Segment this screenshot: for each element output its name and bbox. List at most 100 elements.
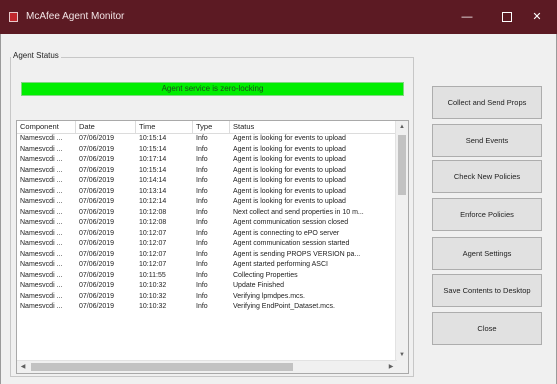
- collect-send-props-button[interactable]: Collect and Send Props: [432, 86, 542, 119]
- cell-type: Info: [196, 156, 208, 163]
- cell-status: Agent is sending PROPS VERSION pa...: [233, 250, 361, 258]
- check-new-policies-button[interactable]: Check New Policies: [432, 160, 542, 193]
- cell-type: Info: [196, 250, 208, 258]
- table-row[interactable]: Namesvcdi ... 07/06/2019 10:12:07 Info Agent…: [17, 229, 397, 240]
- table-row[interactable]: Namesvcdi ... 07/06/2019 10:12:14 Info Agent…: [17, 197, 397, 208]
- table-row[interactable]: Namesvcdi ... 07/06/2019 10:10:32 Info Verif…: [17, 302, 397, 313]
- cell-date: 07/06/2019: [79, 303, 115, 310]
- cell-status: Agent is looking for events to upload: [233, 166, 346, 174]
- enforce-policies-button[interactable]: Enforce Policies: [432, 198, 542, 231]
- cell-type: Info: [196, 261, 208, 268]
- cell-type: Info: [196, 177, 208, 184]
- cell-component: Namesvcdi ...: [20, 177, 63, 184]
- cell-time: 10:12:07: [139, 261, 167, 268]
- column-header-date[interactable]: Date: [76, 121, 136, 133]
- column-header-type[interactable]: Type: [193, 121, 230, 133]
- cell-status: Agent started performing ASCI: [233, 261, 328, 268]
- cell-component: Namesvcdi ...: [20, 198, 63, 205]
- cell-type: Info: [196, 166, 208, 174]
- cell-component: Namesvcdi ...: [20, 240, 63, 247]
- list-rows: Namesvcdi ... 07/06/2019 10:15:14 Info Agent…: [17, 134, 397, 313]
- cell-status: Agent is looking for events to upload: [233, 187, 346, 195]
- cell-time: 10:10:32: [139, 282, 167, 289]
- cell-status: Next collect and send properties in 10 m…: [233, 208, 364, 216]
- table-row[interactable]: Namesvcdi ... 07/06/2019 10:14:14 Info Agent…: [17, 176, 397, 187]
- cell-time: 10:14:14: [139, 177, 167, 184]
- vertical-scrollbar[interactable]: ▲ ▼: [395, 121, 408, 361]
- service-status-bar: Agent service is zero-locking: [21, 82, 404, 96]
- cell-component: Namesvcdi ...: [20, 250, 63, 258]
- maximize-icon: [502, 12, 512, 23]
- cell-component: Namesvcdi ...: [20, 303, 63, 310]
- close-window-button[interactable]: ✕: [517, 0, 557, 34]
- table-row[interactable]: Namesvcdi ... 07/06/2019 10:10:32 Info Verif…: [17, 292, 397, 303]
- cell-status: Collecting Properties: [233, 271, 298, 279]
- cell-time: 10:12:14: [139, 198, 167, 205]
- cell-date: 07/06/2019: [79, 166, 115, 174]
- cell-status: Update Finished: [233, 282, 284, 289]
- table-row[interactable]: Namesvcdi ... 07/06/2019 10:15:14 Info Agent…: [17, 145, 397, 156]
- cell-status: Agent is looking for events to upload: [233, 198, 346, 205]
- scroll-left-icon[interactable]: ◀: [17, 361, 29, 373]
- column-header-time[interactable]: Time: [136, 121, 193, 133]
- cell-component: Namesvcdi ...: [20, 156, 63, 163]
- horizontal-scroll-thumb[interactable]: [31, 363, 293, 371]
- cell-time: 10:10:32: [139, 292, 167, 300]
- cell-component: Namesvcdi ...: [20, 271, 63, 279]
- close-icon: ✕: [532, 11, 542, 23]
- cell-component: Namesvcdi ...: [20, 219, 63, 226]
- cell-status: Agent is looking for events to upload: [233, 135, 346, 142]
- cell-date: 07/06/2019: [79, 240, 115, 247]
- table-row[interactable]: Namesvcdi ... 07/06/2019 10:12:08 Info Agent…: [17, 218, 397, 229]
- cell-time: 10:11:55: [139, 271, 166, 279]
- scrollbar-corner: [396, 361, 408, 373]
- cell-type: Info: [196, 145, 208, 153]
- cell-time: 10:15:14: [139, 166, 167, 174]
- cell-component: Namesvcdi ...: [20, 135, 63, 142]
- table-row[interactable]: Namesvcdi ... 07/06/2019 10:12:07 Info Agent…: [17, 250, 397, 261]
- window-title: McAfee Agent Monitor: [26, 11, 125, 22]
- vertical-scroll-thumb[interactable]: [398, 135, 406, 195]
- cell-date: 07/06/2019: [79, 219, 115, 226]
- cell-component: Namesvcdi ...: [20, 166, 63, 174]
- cell-status: Agent communication session started: [233, 240, 350, 247]
- send-events-button[interactable]: Send Events: [432, 124, 542, 157]
- cell-time: 10:17:14: [139, 156, 167, 163]
- column-header-component[interactable]: Component: [17, 121, 76, 133]
- cell-date: 07/06/2019: [79, 282, 115, 289]
- agent-settings-button[interactable]: Agent Settings: [432, 237, 542, 270]
- table-row[interactable]: Namesvcdi ... 07/06/2019 10:13:14 Info Agent…: [17, 187, 397, 198]
- scroll-up-icon[interactable]: ▲: [396, 121, 408, 133]
- minimize-button[interactable]: —: [447, 0, 487, 34]
- scroll-down-icon[interactable]: ▼: [396, 349, 408, 361]
- cell-date: 07/06/2019: [79, 229, 115, 237]
- table-row[interactable]: Namesvcdi ... 07/06/2019 10:15:14 Info Agent…: [17, 134, 397, 145]
- agent-status-label: Agent Status: [11, 51, 61, 60]
- cell-date: 07/06/2019: [79, 198, 115, 205]
- cell-time: 10:15:14: [139, 145, 167, 153]
- table-row[interactable]: Namesvcdi ... 07/06/2019 10:17:14 Info Agent…: [17, 155, 397, 166]
- cell-status: Agent is looking for events to upload: [233, 156, 346, 163]
- close-button[interactable]: Close: [432, 312, 542, 345]
- table-row[interactable]: Namesvcdi ... 07/06/2019 10:12:08 Info Next …: [17, 208, 397, 219]
- save-contents-button[interactable]: Save Contents to Desktop: [432, 274, 542, 307]
- cell-type: Info: [196, 187, 208, 195]
- cell-time: 10:12:07: [139, 250, 167, 258]
- table-row[interactable]: Namesvcdi ... 07/06/2019 10:12:07 Info Agent…: [17, 260, 397, 271]
- cell-date: 07/06/2019: [79, 292, 115, 300]
- agent-log-list[interactable]: Component Date Time Type Status Namesvcd…: [16, 120, 409, 374]
- table-row[interactable]: Namesvcdi ... 07/06/2019 10:11:55 Info Colle…: [17, 271, 397, 282]
- cell-type: Info: [196, 282, 208, 289]
- cell-type: Info: [196, 208, 208, 216]
- title-bar: McAfee Agent Monitor — ✕: [0, 0, 557, 34]
- window-body: Agent Status Agent service is zero-locki…: [0, 34, 557, 384]
- cell-time: 10:15:14: [139, 135, 167, 142]
- table-row[interactable]: Namesvcdi ... 07/06/2019 10:10:32 Info Updat…: [17, 281, 397, 292]
- table-row[interactable]: Namesvcdi ... 07/06/2019 10:12:07 Info Agent…: [17, 239, 397, 250]
- cell-time: 10:13:14: [139, 187, 167, 195]
- table-row[interactable]: Namesvcdi ... 07/06/2019 10:15:14 Info Agent…: [17, 166, 397, 177]
- horizontal-scrollbar[interactable]: ◀ ▶: [17, 360, 397, 373]
- column-header-status[interactable]: Status: [230, 121, 397, 133]
- cell-component: Namesvcdi ...: [20, 208, 63, 216]
- cell-component: Namesvcdi ...: [20, 282, 63, 289]
